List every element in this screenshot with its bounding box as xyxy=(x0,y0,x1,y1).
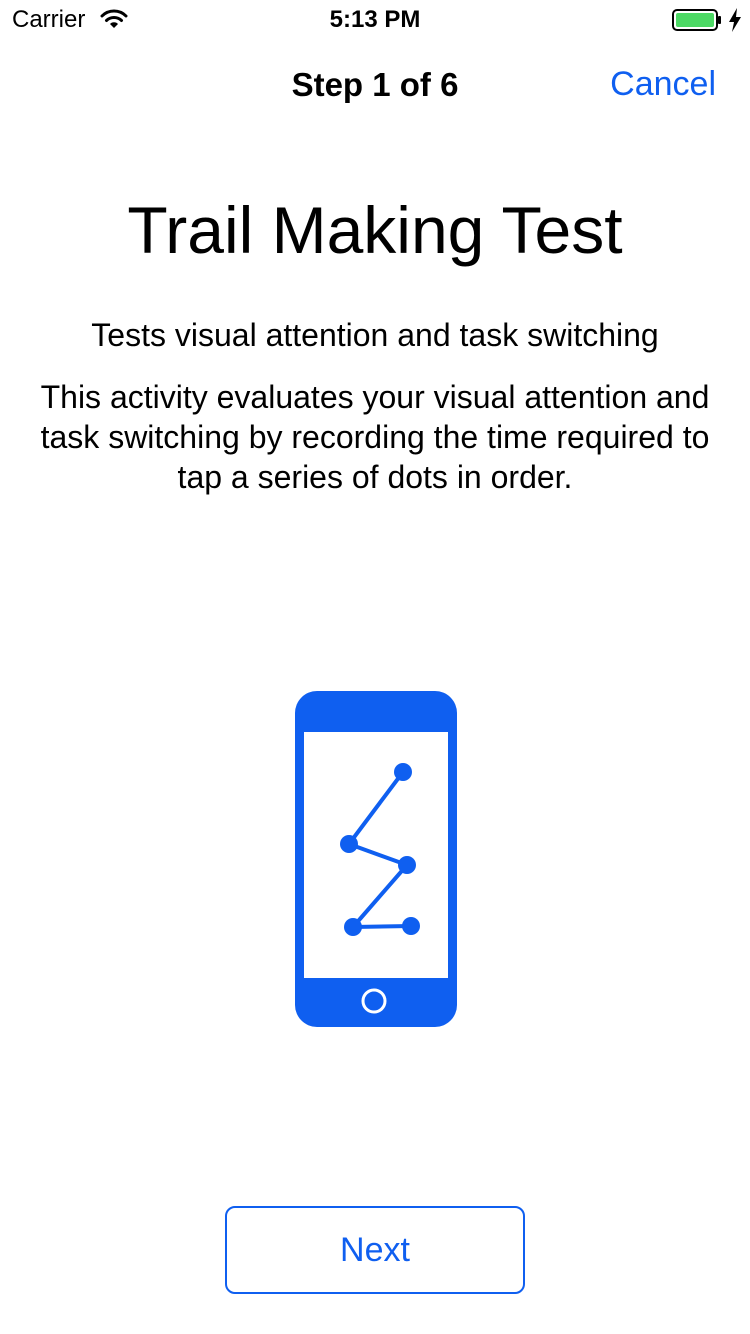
battery-icon xyxy=(672,9,721,31)
navigation-bar: Step 1 of 6 Cancel xyxy=(0,40,750,128)
phone-trail-illustration-icon xyxy=(295,691,457,1027)
page-description: This activity evaluates your visual atte… xyxy=(40,379,710,495)
page-subtitle: Tests visual attention and task switchin… xyxy=(91,317,659,353)
status-time: 5:13 PM xyxy=(329,6,421,33)
next-button[interactable]: Next xyxy=(225,1206,525,1294)
status-bar: Carrier 5:13 PM xyxy=(0,0,750,40)
cancel-button[interactable]: Cancel xyxy=(610,65,716,104)
page-title: Trail Making Test xyxy=(127,193,623,267)
screen: Carrier 5:13 PM Step 1 of 6 Cancel Trail… xyxy=(0,0,750,1334)
charging-icon xyxy=(729,8,741,32)
